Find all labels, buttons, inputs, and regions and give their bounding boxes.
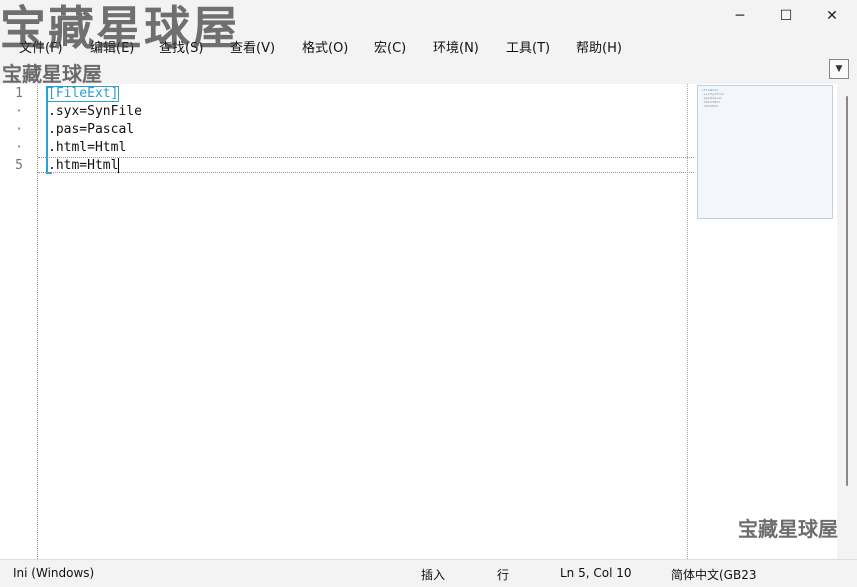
minimap-line: .htm=Html [702,104,719,108]
chevron-down-icon[interactable]: ▼ [829,59,849,79]
menu-environment[interactable]: 环境(N) [433,37,479,56]
right-margin-guide [687,84,688,559]
minimap-viewport[interactable]: [FileExt] .syx=SynFile .pas=Pascal .html… [697,85,833,219]
line-number: 1 [15,86,23,101]
watermark-corner: 宝藏星球屋 [738,517,838,541]
status-insert-mode[interactable]: 插入 [421,566,445,583]
line-number: · [15,140,23,155]
scrollbar-thumb[interactable] [846,96,848,486]
text-caret [118,158,119,173]
status-file-type[interactable]: Ini (Windows) [13,566,94,580]
status-line-mode[interactable]: 行 [497,566,509,583]
line-number: 5 [15,158,23,173]
status-encoding[interactable]: 简体中文(GB23 [671,566,756,583]
minimize-button[interactable]: ─ [717,0,763,32]
status-bar: Ini (Windows) 插入 行 Ln 5, Col 10 简体中文(GB2… [0,559,857,587]
menu-tools[interactable]: 工具(T) [506,37,550,56]
code-line: .syx=SynFile [48,104,142,119]
toolbar [0,58,857,84]
code-line: .pas=Pascal [48,122,135,137]
close-button[interactable]: ✕ [809,0,855,32]
editor-area[interactable]: 1 · · · 5 [FileExt] .syx=SynFile .pas=Pa… [0,84,695,559]
section-highlight [47,86,119,102]
status-position: Ln 5, Col 10 [560,566,632,580]
line-number-gutter: 1 · · · 5 [0,84,38,559]
line-number: · [15,122,23,137]
watermark-small: 宝藏星球屋 [2,62,102,86]
menu-macro[interactable]: 宏(C) [374,37,406,56]
code-line: .html=Html [48,140,127,155]
menu-format[interactable]: 格式(O) [302,37,348,56]
menu-help[interactable]: 帮助(H) [576,37,622,56]
watermark-large: 宝藏星球屋 [0,1,240,55]
current-line-highlight [38,157,694,173]
line-number: · [15,104,23,119]
maximize-button[interactable]: ☐ [763,0,809,32]
